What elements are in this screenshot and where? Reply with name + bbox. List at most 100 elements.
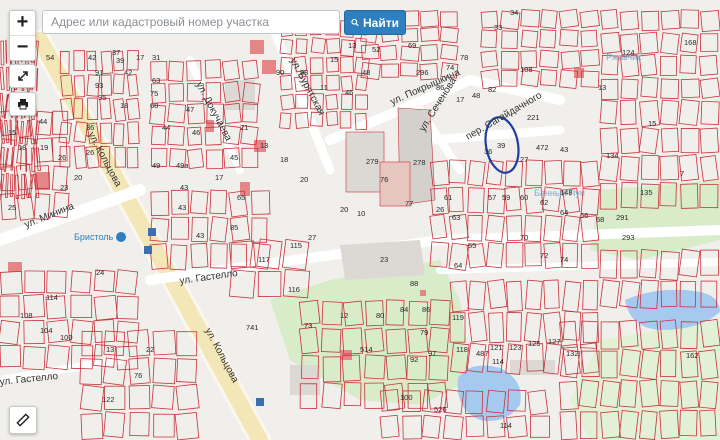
plot-label: 526: [434, 405, 447, 414]
plot-label: 61: [444, 193, 452, 202]
plot-label: 90: [276, 68, 284, 77]
plot-label: 44: [39, 117, 47, 126]
plot-label: 36: [484, 147, 492, 156]
plot-label: 74: [560, 255, 568, 264]
plot-label: 52: [372, 45, 380, 54]
plot-label: 13: [348, 41, 356, 50]
search-icon: [351, 18, 359, 27]
plot-label: 122: [102, 395, 115, 404]
plot-label: 104: [40, 326, 53, 335]
plot-label: 48: [472, 91, 480, 100]
bus-stop-icon[interactable]: [144, 246, 152, 254]
plot-label: 85: [230, 223, 238, 232]
plot-label: 42: [124, 68, 132, 77]
plot-label: 76: [380, 175, 388, 184]
plot-label: 49a: [176, 161, 189, 170]
plot-label: 75: [150, 89, 158, 98]
plot-label: 135: [640, 188, 653, 197]
plot-label: 487: [476, 349, 489, 358]
plot-label: 23: [60, 183, 68, 192]
plot-label: 24: [96, 268, 104, 277]
plot-label: 77: [405, 199, 413, 208]
plot-label: 39: [116, 56, 124, 65]
find-button[interactable]: Найти: [344, 10, 406, 35]
poi-label-bristol: Бристоль: [74, 232, 114, 242]
plot-label: 20: [300, 175, 308, 184]
plot-label: 31: [152, 53, 160, 62]
plot-label: 26: [86, 148, 94, 157]
plot-label: 168: [684, 38, 697, 47]
printer-icon: [17, 99, 28, 110]
plot-label: 43: [560, 145, 568, 154]
plot-label: 148: [560, 188, 573, 197]
plot-label: 100: [400, 393, 413, 402]
plot-label: 162: [686, 351, 699, 360]
plot-label: 20: [340, 205, 348, 214]
plot-label: 88: [300, 68, 308, 77]
ruler-button[interactable]: [9, 406, 37, 434]
plot-label: 17: [215, 173, 223, 182]
zoom-control: + −: [9, 10, 36, 61]
plot-label: 114: [500, 421, 512, 430]
plot-label: 221: [527, 113, 540, 122]
plot-label: 20: [74, 173, 82, 182]
plot-label: 36: [86, 123, 94, 132]
plot-label: 22: [146, 345, 154, 354]
plot-label: 114: [492, 357, 504, 366]
plot-label: 25: [8, 203, 16, 212]
plot-label: 64: [560, 208, 568, 217]
plot-label: 116: [288, 285, 300, 294]
parcel[interactable]: [5, 39, 8, 64]
plot-label: 73: [304, 321, 312, 330]
plot-label: 60: [520, 193, 528, 202]
zoom-in-button[interactable]: +: [10, 11, 35, 35]
plot-label: 44: [162, 123, 170, 132]
plot-label: 13: [260, 141, 268, 150]
plot-label: 7: [680, 169, 684, 178]
plot-label: 15: [330, 55, 338, 64]
zoom-out-button[interactable]: −: [10, 35, 35, 60]
plot-label: 47: [186, 105, 194, 114]
plot-label: 64: [454, 261, 462, 270]
plot-label: 118: [456, 345, 468, 354]
plot-label: 68: [150, 101, 158, 110]
plot-label: 18: [120, 101, 128, 110]
plot-label: 296: [416, 68, 429, 77]
plot-label: 293: [622, 233, 635, 242]
plot-label: 132: [566, 349, 579, 358]
plot-label: 68: [596, 215, 604, 224]
plot-label: 119: [452, 313, 464, 322]
plot-label: 127: [548, 337, 561, 346]
search-input[interactable]: [42, 10, 340, 34]
plot-label: 115: [290, 241, 302, 250]
plot-label: 15: [8, 128, 16, 137]
bus-stop-icon[interactable]: [256, 398, 264, 406]
plot-label: 93: [95, 81, 103, 90]
cadastral-map[interactable]: ул. Кольцова ул. Кольцова ул. Минина ул.…: [0, 0, 720, 440]
plot-label: 43: [196, 231, 204, 240]
plot-label: 39: [497, 141, 505, 150]
fullscreen-button[interactable]: [9, 64, 36, 88]
plot-label: 80: [376, 311, 384, 320]
plot-label: 59: [502, 193, 510, 202]
plot-label: 45: [230, 153, 238, 162]
plot-label: 54: [46, 53, 54, 62]
plot-label: 42: [88, 53, 96, 62]
poi-bristol[interactable]: Бристоль: [74, 232, 126, 242]
plot-label: 95: [98, 93, 106, 102]
plot-label: 46: [345, 88, 353, 97]
plot-label: 63: [152, 76, 160, 85]
plot-label: 79: [420, 328, 428, 337]
plot-label: 26: [58, 153, 66, 162]
plot-label: 124: [622, 48, 635, 57]
plot-label: 741: [246, 323, 259, 332]
bus-stop-icon[interactable]: [148, 228, 156, 236]
plot-label: 33: [494, 23, 502, 32]
plot-label: 88: [410, 279, 418, 288]
plot-label: 23: [380, 255, 388, 264]
plot-label: 86: [422, 305, 430, 314]
plot-label: 134: [606, 151, 619, 160]
plot-label: 43: [178, 203, 186, 212]
plot-label: 49: [152, 161, 160, 170]
print-button[interactable]: [9, 92, 36, 116]
